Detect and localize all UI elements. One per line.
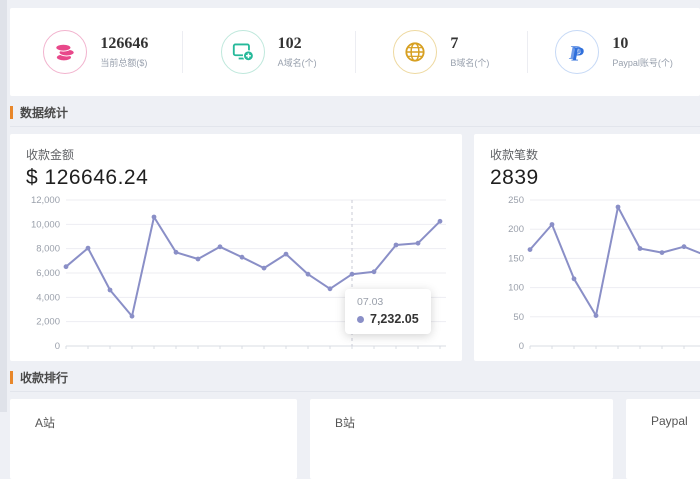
stat-b-domains: 7 B域名(个) [356, 30, 528, 74]
svg-text:50: 50 [513, 312, 524, 323]
svg-text:4,000: 4,000 [36, 292, 60, 303]
ranking-card-paypal: Paypal [626, 399, 700, 479]
section-accent-bar [10, 371, 13, 384]
stat-value: 102 [278, 35, 317, 53]
globe-icon [393, 30, 437, 74]
tooltip-value: 7,232.05 [370, 312, 419, 326]
charts-row: 收款金额 $ 126646.24 0 2,000 4,000 6,000 8,000 10… [10, 134, 700, 361]
payment-amount-chart[interactable]: 0 2,000 4,000 6,000 8,000 10,000 12,000 [26, 194, 446, 360]
payment-count-total: 2839 [490, 166, 700, 190]
coins-icon [43, 30, 87, 74]
svg-text:8,000: 8,000 [36, 244, 60, 255]
payment-count-chart[interactable]: 0 50 100 150 200 250 [490, 194, 700, 360]
sidebar-edge [0, 0, 7, 412]
monitor-plus-icon [221, 30, 265, 74]
tooltip-date: 07.03 [357, 296, 419, 308]
payment-amount-total: $ 126646.24 [26, 166, 446, 190]
ranking-card-title: A站 [35, 414, 272, 431]
section-title: 收款排行 [20, 369, 68, 386]
svg-text:6,000: 6,000 [36, 268, 60, 279]
section-header-ranking: 收款排行 [10, 369, 700, 392]
stat-paypal-accounts: P P 10 Paypal账号(个) [528, 30, 700, 74]
ranking-card-site-a: A站 [10, 399, 297, 479]
stat-paypal-accounts-text: 10 Paypal账号(个) [612, 35, 673, 69]
stat-total-amount-text: 126646 当前总额($) [100, 35, 148, 69]
ranking-card-title: Paypal [651, 414, 700, 428]
stat-label: B域名(个) [450, 56, 489, 69]
svg-text:100: 100 [508, 283, 524, 294]
stat-label: Paypal账号(个) [612, 56, 673, 69]
ranking-card-site-b: B站 [310, 399, 613, 479]
svg-text:12,000: 12,000 [31, 195, 60, 206]
stat-value: 10 [612, 35, 673, 53]
payment-count-card: 收款笔数 2839 0 50 100 150 200 250 [474, 134, 700, 361]
payment-amount-chart-wrap: 0 2,000 4,000 6,000 8,000 10,000 12,000 07.03 … [26, 194, 446, 360]
stat-a-domains: 102 A域名(个) [183, 30, 355, 74]
section-accent-bar [10, 106, 13, 119]
chart-title: 收款笔数 [490, 146, 700, 163]
svg-text:150: 150 [508, 253, 524, 264]
stat-value: 7 [450, 35, 489, 53]
payment-count-chart-wrap: 0 50 100 150 200 250 [490, 194, 700, 360]
svg-text:250: 250 [508, 195, 524, 206]
svg-text:200: 200 [508, 224, 524, 235]
stat-value: 126646 [100, 35, 148, 53]
stat-label: 当前总额($) [100, 56, 148, 69]
chart-title: 收款金额 [26, 146, 446, 163]
payment-amount-card: 收款金额 $ 126646.24 0 2,000 4,000 6,000 8,000 10… [10, 134, 462, 361]
series-dot-icon [357, 316, 364, 323]
svg-text:0: 0 [55, 341, 60, 352]
section-title: 数据统计 [20, 104, 68, 121]
ranking-card-title: B站 [335, 414, 588, 431]
svg-text:10,000: 10,000 [31, 219, 60, 230]
stat-label: A域名(个) [278, 56, 317, 69]
svg-text:0: 0 [519, 341, 524, 352]
svg-text:2,000: 2,000 [36, 317, 60, 328]
stats-summary-card: 126646 当前总额($) 102 A域名(个) [10, 8, 700, 96]
stat-a-domains-text: 102 A域名(个) [278, 35, 317, 69]
stat-b-domains-text: 7 B域名(个) [450, 35, 489, 69]
section-header-data-stats: 数据统计 [10, 104, 700, 127]
dashboard-content: 126646 当前总额($) 102 A域名(个) [10, 0, 700, 479]
chart-tooltip: 07.03 7,232.05 [345, 289, 431, 334]
paypal-icon: P P [555, 30, 599, 74]
stat-total-amount: 126646 当前总额($) [10, 30, 182, 74]
ranking-row: A站 B站 Paypal [10, 399, 700, 479]
svg-text:P: P [571, 44, 585, 66]
